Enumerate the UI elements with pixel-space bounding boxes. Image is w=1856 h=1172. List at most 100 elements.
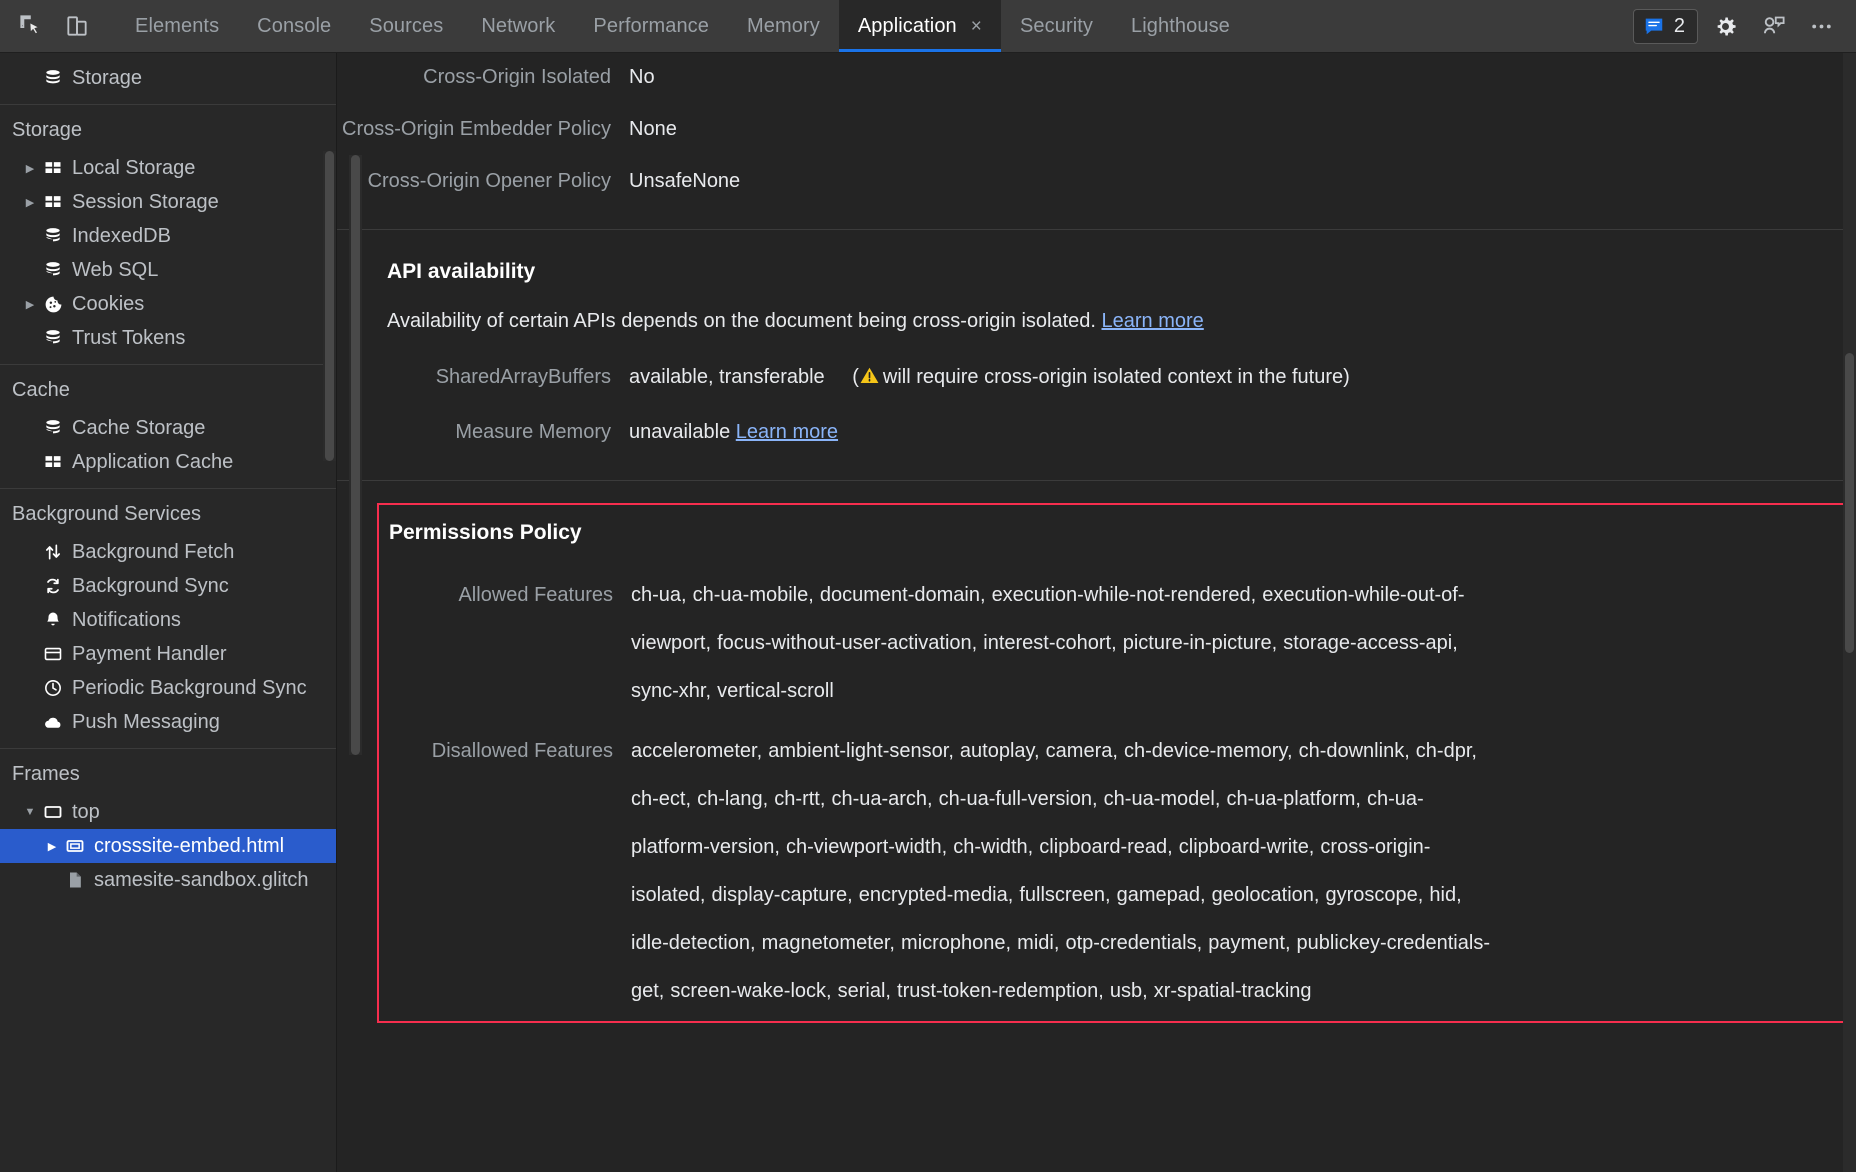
- learn-more-link[interactable]: Learn more: [1102, 310, 1204, 332]
- tab-label: Security: [1019, 14, 1094, 37]
- inspect-element-icon[interactable]: [10, 6, 52, 46]
- tab-memory[interactable]: Memory: [728, 0, 839, 52]
- credit-card-icon: [40, 643, 66, 665]
- tab-security[interactable]: Security: [1001, 0, 1112, 52]
- sidebar-item-label: Local Storage: [72, 156, 196, 179]
- row-key: Disallowed Features: [431, 740, 613, 762]
- row-sharedarraybuffers: SharedArrayBuffers available, transferab…: [337, 343, 1856, 406]
- tab-console[interactable]: Console: [238, 0, 350, 52]
- sidebar-section-header: Background Services: [12, 503, 201, 525]
- cookie-icon: [40, 293, 66, 315]
- sidebar-item-label: Application Cache: [72, 450, 234, 473]
- sidebar-item-frame-crosssite-embed[interactable]: ▶ crosssite-embed.html: [0, 829, 336, 863]
- frame-icon: [40, 801, 66, 823]
- chevron-right-icon[interactable]: ▶: [22, 162, 38, 175]
- tab-lighthouse[interactable]: Lighthouse: [1112, 0, 1249, 52]
- twisty-icon: ▶: [22, 682, 38, 695]
- more-options-icon[interactable]: [1800, 6, 1842, 46]
- value-text: available, transferable: [629, 366, 825, 388]
- sidebar-item-notifications[interactable]: ▶ Notifications: [0, 603, 336, 637]
- twisty-icon: ▶: [22, 614, 38, 627]
- sidebar-item-storage-top[interactable]: ▶ Storage: [0, 61, 336, 95]
- sidebar-item-label: Trust Tokens: [72, 326, 186, 349]
- tab-label: Application: [857, 14, 957, 37]
- chevron-right-icon[interactable]: ▶: [22, 298, 38, 311]
- sidebar-item-label: Cookies: [72, 292, 145, 315]
- learn-more-link[interactable]: Learn more: [736, 421, 838, 443]
- sidebar-section-header: Storage: [12, 119, 83, 141]
- devices-collab-icon[interactable]: [1752, 6, 1794, 46]
- tab-label: Performance: [593, 14, 709, 37]
- twisty-icon: ▶: [22, 332, 38, 345]
- sidebar-item-push-messaging[interactable]: ▶ Push Messaging: [0, 705, 336, 739]
- sidebar-section-frames: Frames ▼ top ▶ crosssite-embed.html same…: [0, 749, 336, 897]
- sidebar-item-local-storage[interactable]: ▶ Local Storage: [0, 151, 336, 185]
- twisty-icon: ▶: [22, 422, 38, 435]
- warning-triangle-icon: [859, 365, 880, 394]
- twisty-icon: ▶: [22, 648, 38, 661]
- row-value: unavailable Learn more: [629, 418, 868, 446]
- tab-performance[interactable]: Performance: [574, 0, 728, 52]
- toolbar-left-icons: [0, 0, 98, 52]
- sidebar-item-background-sync[interactable]: ▶ Background Sync: [0, 569, 336, 603]
- sidebar-item-cache-storage[interactable]: ▶ Cache Storage: [0, 411, 336, 445]
- cloud-icon: [40, 711, 66, 733]
- sidebar-section-background-services: Background Services ▶ Background Fetch ▶…: [0, 489, 336, 739]
- sidebar-item-label: Periodic Background Sync: [72, 676, 307, 699]
- sidebar-item-label: Payment Handler: [72, 642, 227, 665]
- description-text: Availability of certain APIs depends on …: [387, 310, 1096, 332]
- tab-label: Console: [257, 14, 332, 37]
- gear-icon[interactable]: [1704, 6, 1746, 46]
- twisty-icon: ▶: [22, 716, 38, 729]
- main-scrollbar-thumb[interactable]: [1845, 353, 1854, 653]
- permissions-policy-highlight-box: Permissions Policy Allowed Features ch-u…: [377, 503, 1856, 1023]
- application-sidebar[interactable]: ▶ Storage Storage ▶ Local Storage: [0, 53, 336, 1172]
- sidebar-item-session-storage[interactable]: ▶ Session Storage: [0, 185, 336, 219]
- sidebar-item-label: Notifications: [72, 608, 181, 631]
- sidebar-scrollbar-thumb[interactable]: [325, 151, 334, 461]
- sidebar-item-label: Background Sync: [72, 574, 229, 597]
- sidebar-item-cookies[interactable]: ▶ Cookies: [0, 287, 336, 321]
- device-toolbar-icon[interactable]: [56, 6, 98, 46]
- bell-icon: [40, 609, 66, 631]
- tab-network[interactable]: Network: [462, 0, 574, 52]
- application-main-panel: Cross-Origin Isolated No Cross-Origin Em…: [336, 53, 1856, 1172]
- sidebar-item-application-cache[interactable]: ▶ Application Cache: [0, 445, 336, 479]
- note-paren-open: (: [852, 366, 859, 388]
- close-icon[interactable]: ×: [971, 17, 982, 36]
- sidebar-item-frame-samesite-sandbox[interactable]: ▶ samesite-sandbox.glitch: [0, 863, 336, 897]
- chevron-down-icon[interactable]: ▼: [22, 806, 38, 818]
- panel-tabs: Elements Console Sources Network Perform…: [116, 0, 1249, 52]
- chevron-right-icon[interactable]: ▶: [22, 196, 38, 209]
- main-scrollbar[interactable]: [1843, 53, 1856, 1172]
- tab-application[interactable]: Application ×: [838, 0, 1002, 52]
- twisty-icon: ▶: [22, 456, 38, 469]
- sidebar-item-indexeddb[interactable]: ▶ IndexedDB: [0, 219, 336, 253]
- note-text: will require cross-origin isolated conte…: [882, 366, 1350, 388]
- devtools-window: Elements Console Sources Network Perform…: [0, 0, 1856, 1172]
- content-left-scrollbar[interactable]: [349, 155, 362, 755]
- sidebar-item-background-fetch[interactable]: ▶ Background Fetch: [0, 535, 336, 569]
- sidebar-item-trust-tokens[interactable]: ▶ Trust Tokens: [0, 321, 336, 355]
- sidebar-item-periodic-background-sync[interactable]: ▶ Periodic Background Sync: [0, 671, 336, 705]
- chevron-right-icon[interactable]: ▶: [44, 840, 60, 853]
- content-left-scrollbar-thumb[interactable]: [351, 155, 360, 755]
- sidebar-item-label: Push Messaging: [72, 710, 220, 733]
- sidebar-scrollbar[interactable]: [323, 151, 336, 461]
- sync-icon: [40, 575, 66, 597]
- sidebar-section-cache: Cache ▶ Cache Storage ▶ Application Cach…: [0, 365, 336, 479]
- table-icon: [40, 157, 66, 179]
- sidebar-item-payment-handler[interactable]: ▶ Payment Handler: [0, 637, 336, 671]
- console-message-badge[interactable]: 2: [1632, 8, 1698, 44]
- sidebar-section-storage: Storage ▶ Local Storage ▶ Session Storag…: [0, 105, 336, 355]
- sidebar-item-frame-top[interactable]: ▼ top: [0, 795, 336, 829]
- table-icon: [40, 191, 66, 213]
- tab-label: Elements: [135, 14, 220, 37]
- sidebar-item-label: Session Storage: [72, 190, 219, 213]
- tab-elements[interactable]: Elements: [116, 0, 238, 52]
- row-cross-origin-opener-policy: Cross-Origin Opener Policy UnsafeNone: [337, 155, 1856, 207]
- section-title: API availability: [387, 260, 536, 283]
- sidebar-item-web-sql[interactable]: ▶ Web SQL: [0, 253, 336, 287]
- tab-sources[interactable]: Sources: [350, 0, 462, 52]
- twisty-icon: ▶: [44, 874, 60, 887]
